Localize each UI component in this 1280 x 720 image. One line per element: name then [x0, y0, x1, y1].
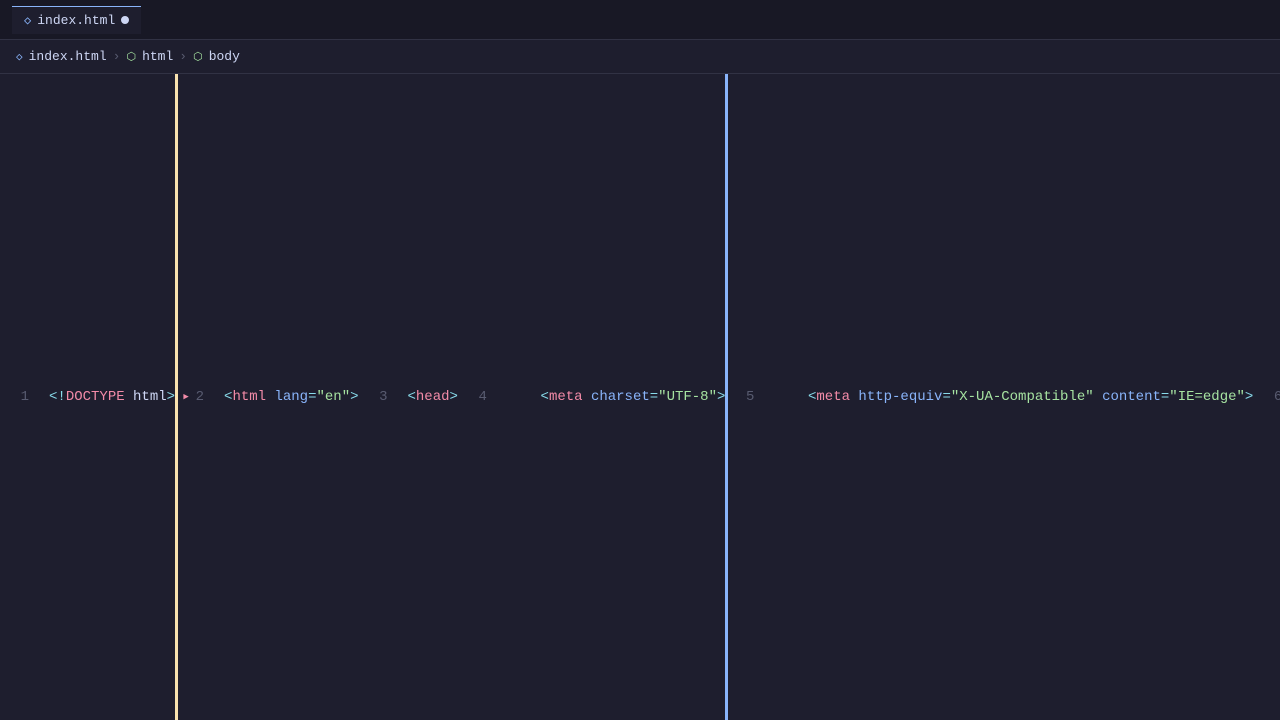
code-line: 5 <meta http-equiv="X-UA-Compatible" con…	[725, 74, 1253, 720]
line-content[interactable]: <meta http-equiv="X-UA-Compatible" conte…	[774, 384, 1253, 410]
breadcrumb-html-icon: ⬡	[126, 50, 136, 64]
breadcrumb-file[interactable]: index.html	[29, 49, 107, 64]
breadcrumb: ◇ index.html › ⬡ html › ⬡ body	[0, 40, 1280, 74]
line-number: 4	[477, 384, 507, 410]
tab-label: index.html	[37, 13, 115, 28]
gutter-indicator	[1253, 74, 1256, 720]
breadcrumb-sep2: ›	[179, 49, 187, 64]
breadcrumb-html[interactable]: html	[142, 49, 173, 64]
line-number: 1	[19, 384, 49, 410]
breadcrumb-body[interactable]: body	[209, 49, 240, 64]
line-number: 6	[1272, 384, 1280, 410]
line-number: 2	[194, 384, 224, 410]
tab-bar: ◇ index.html	[0, 0, 1280, 40]
code-line: 4 <meta charset="UTF-8">	[458, 74, 725, 720]
code-line: 1<!DOCTYPE html>	[0, 74, 175, 720]
code-line: 6 <meta name="viewport" content="width=d…	[1253, 74, 1280, 720]
editor[interactable]: 1<!DOCTYPE html>▶2<html lang="en">3<head…	[0, 74, 1280, 720]
fold-arrow[interactable]: ▶	[178, 384, 194, 410]
line-number: 3	[378, 384, 408, 410]
tab-index-html[interactable]: ◇ index.html	[12, 6, 141, 34]
breadcrumb-sep1: ›	[113, 49, 121, 64]
gutter-indicator	[458, 74, 461, 720]
code-line: 3<head>	[359, 74, 458, 720]
line-content[interactable]: <meta charset="UTF-8">	[507, 384, 725, 410]
breadcrumb-body-icon: ⬡	[193, 50, 203, 64]
file-icon: ◇	[24, 13, 31, 28]
gutter-indicator	[725, 74, 728, 720]
line-content[interactable]: <html lang="en">	[224, 384, 358, 410]
gutter-indicator	[359, 74, 362, 720]
line-number: 5	[744, 384, 774, 410]
modified-indicator	[121, 16, 129, 24]
line-content[interactable]: <head>	[408, 384, 458, 410]
breadcrumb-file-icon: ◇	[16, 50, 23, 64]
line-content[interactable]: <!DOCTYPE html>	[49, 384, 175, 410]
code-line: ▶2<html lang="en">	[175, 74, 358, 720]
gutter-indicator	[0, 74, 3, 720]
